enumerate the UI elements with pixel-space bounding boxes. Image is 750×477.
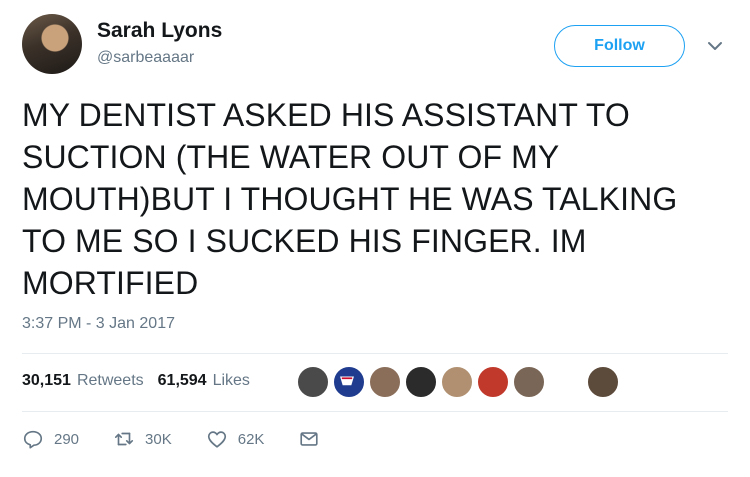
liker-avatar[interactable]: [296, 365, 330, 399]
liker-avatar[interactable]: [586, 365, 620, 399]
reply-count: 290: [54, 430, 80, 448]
retweets-label[interactable]: Retweets: [77, 372, 144, 390]
likes-label[interactable]: Likes: [213, 372, 250, 390]
retweet-count: 30K: [145, 430, 172, 448]
avatar[interactable]: [22, 14, 82, 74]
retweet-icon: [114, 432, 134, 446]
liker-avatar[interactable]: [440, 365, 474, 399]
direct-message-button[interactable]: [298, 428, 320, 450]
like-count: 62K: [237, 430, 265, 448]
envelope-icon: [300, 432, 319, 446]
retweets-count[interactable]: 30,151: [22, 372, 71, 390]
heart-icon: [207, 431, 226, 448]
reply-icon: [23, 430, 43, 449]
display-name[interactable]: Sarah Lyons: [97, 19, 222, 43]
engagement-stats: 30,151 Retweets 61,594 Likes: [22, 372, 258, 390]
liker-avatar[interactable]: [404, 365, 438, 399]
liker-avatar[interactable]: [332, 365, 366, 399]
tweet-timestamp[interactable]: 3:37 PM - 3 Jan 2017: [22, 315, 175, 333]
like-button[interactable]: 62K: [206, 428, 265, 450]
follow-button[interactable]: Follow: [554, 25, 685, 67]
likes-count[interactable]: 61,594: [158, 372, 207, 390]
retweet-button[interactable]: 30K: [113, 428, 172, 450]
chevron-down-icon[interactable]: [705, 36, 725, 56]
liker-avatar[interactable]: [476, 365, 510, 399]
tweet-text: MY DENTIST ASKED HIS ASSISTANT TO SUCTIO…: [22, 97, 678, 301]
liker-avatar[interactable]: [512, 365, 546, 399]
reply-button[interactable]: 290: [22, 428, 79, 450]
liker-avatar[interactable]: [368, 365, 402, 399]
tweet-actions: 290 30K 62K: [22, 428, 354, 450]
divider: [22, 353, 728, 354]
rangers-logo-icon: [336, 369, 358, 391]
divider: [22, 411, 728, 412]
user-handle[interactable]: @sarbeaaaar: [97, 49, 194, 67]
